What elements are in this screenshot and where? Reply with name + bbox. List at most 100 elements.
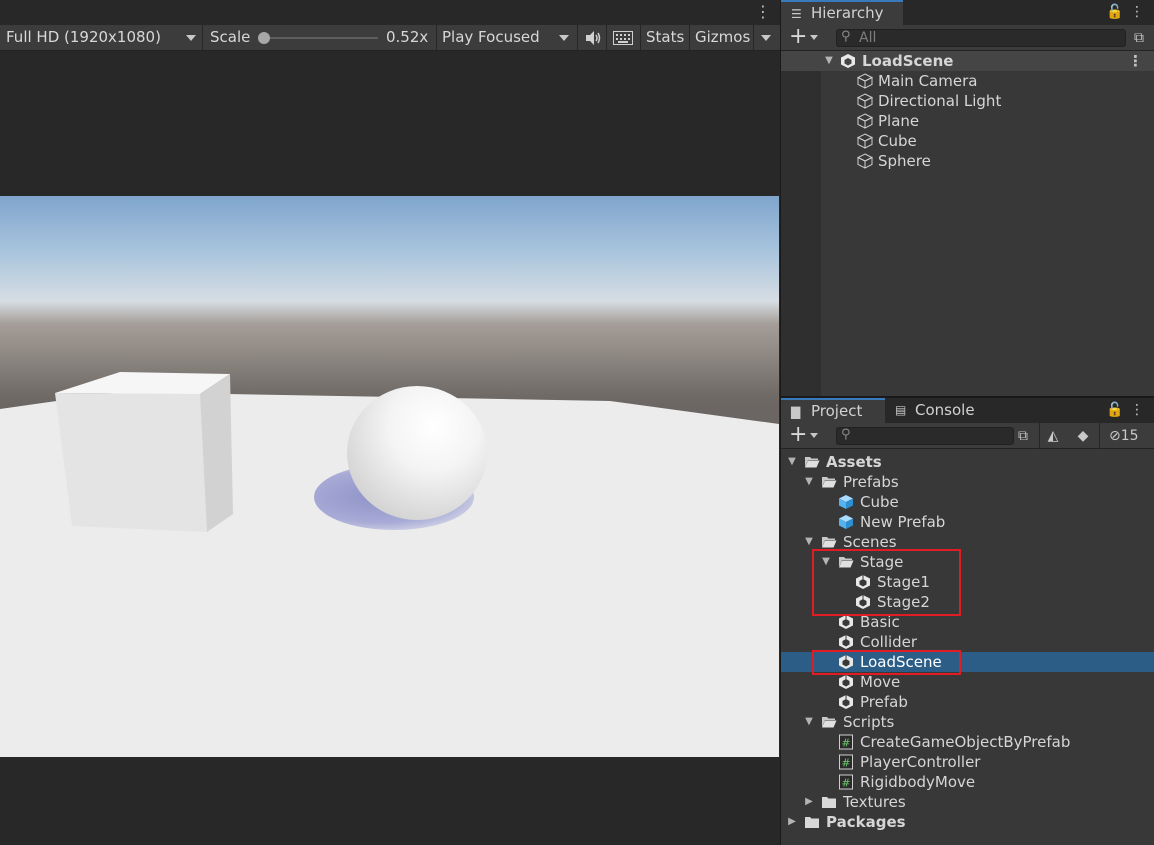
expand-arrow-icon[interactable]: ▼ [803,712,815,732]
stats-button[interactable]: Stats [646,25,684,51]
hierarchy-item-directional-light[interactable]: Directional Light [781,91,1154,111]
svg-text:#: # [841,737,850,750]
expand-arrow-icon[interactable]: ▼ [823,51,835,71]
hierarchy-search-input[interactable]: ⚲ All [836,29,1126,47]
scale-value: 0.52x [386,28,429,46]
project-item-label: Prefab [860,693,908,711]
filter-by-type-icon[interactable]: ◭ [1043,426,1063,446]
create-plus-icon[interactable]: + [789,424,807,446]
filter-by-label-icon[interactable]: ◆ [1073,426,1093,446]
script-icon: # [839,754,853,770]
expand-arrow-icon[interactable]: ▼ [786,452,798,472]
game-render-viewport[interactable] [0,196,779,757]
scene-icon [839,675,853,689]
search-icon: ⚲ [841,427,851,442]
tab-console[interactable]: ▤ Console [885,398,995,423]
project-item-textures[interactable]: ▶ Textures [781,792,1154,812]
resolution-dropdown[interactable]: Full HD (1920x1080) [6,25,200,51]
project-item-label: Cube [860,493,899,511]
tab-hierarchy[interactable]: ☰ Hierarchy [781,0,903,25]
play-mode-label: Play Focused [442,28,540,46]
scale-slider-track[interactable] [264,37,378,39]
hierarchy-item-main-camera[interactable]: Main Camera [781,71,1154,91]
chevron-down-icon[interactable] [810,433,818,438]
project-item-playercontroller[interactable]: # PlayerController [781,752,1154,772]
svg-text:#: # [841,757,850,770]
scene-icon [839,635,853,649]
keyboard-shortcuts-button[interactable] [612,25,636,51]
chevron-down-icon[interactable] [810,35,818,40]
scene-icon [839,695,853,709]
folder-closed-icon [822,797,836,808]
project-item-new-prefab[interactable]: New Prefab [781,512,1154,532]
project-item-prefab[interactable]: Prefab [781,692,1154,712]
folder-open-icon [822,537,837,548]
scene-icon [841,54,855,68]
hierarchy-more-menu-icon[interactable]: ⋮ [1127,2,1147,22]
divider [753,25,754,51]
divider [689,25,690,51]
collapse-arrow-icon[interactable]: ▶ [803,792,815,812]
divider [640,25,641,51]
project-item-prefabs[interactable]: ▼ Prefabs [781,472,1154,492]
collapse-arrow-icon[interactable]: ▶ [786,812,798,832]
play-mode-dropdown[interactable]: Play Focused [442,25,574,51]
project-item-move[interactable]: Move [781,672,1154,692]
hidden-count: 15 [1120,428,1139,444]
project-item-scripts[interactable]: ▼ Scripts [781,712,1154,732]
search-scope-icon[interactable]: ⧉ [1013,426,1033,446]
project-search-input[interactable]: ⚲ [836,427,1014,445]
project-item-cube[interactable]: Cube [781,492,1154,512]
project-item-label: CreateGameObjectByPrefab [860,733,1071,751]
annotation-box-stage [812,549,961,616]
gizmos-dropdown[interactable] [757,25,777,51]
hierarchy-item-sphere[interactable]: Sphere [781,151,1154,171]
project-item-collider[interactable]: Collider [781,632,1154,652]
hidden-packages-toggle[interactable]: ⊘15 [1109,426,1153,446]
script-icon: # [839,774,853,790]
scale-slider-handle[interactable] [258,32,270,44]
expand-arrow-icon[interactable]: ▼ [803,472,815,492]
folder-open-icon [822,717,837,728]
gameobject-icon [857,73,873,89]
project-item-label: Collider [860,633,918,651]
hierarchy-item-plane[interactable]: Plane [781,111,1154,131]
folder-open-icon [805,457,820,468]
hierarchy-tab-strip: ☰ Hierarchy 🔓 ⋮ [781,0,1154,25]
console-icon: ▤ [895,403,907,417]
scene-header-row[interactable]: ▼ LoadScene ⋮ [781,51,1154,71]
divider [202,25,203,51]
game-view: ⋮ Full HD (1920x1080) Scale 0.52x Play F… [0,0,780,845]
lock-icon[interactable]: 🔓 [1105,400,1125,420]
project-item-label: PlayerController [860,753,981,771]
create-plus-icon[interactable]: + [789,26,807,48]
project-item-label: RigidbodyMove [860,773,976,791]
project-more-menu-icon[interactable]: ⋮ [1127,400,1147,420]
project-item-label: Assets [826,453,882,471]
mute-audio-button[interactable] [582,25,604,51]
project-item-packages[interactable]: ▶ Packages [781,812,1154,832]
eye-slash-icon: ⊘ [1109,428,1121,444]
gameobject-icon [857,113,873,129]
tab-project[interactable]: ▇ Project [781,398,885,423]
project-item-creategameobjectbyprefab[interactable]: # CreateGameObjectByPrefab [781,732,1154,752]
list-icon: ☰ [791,7,802,21]
folder-closed-icon [805,817,819,828]
divider [1099,423,1100,449]
hierarchy-item-label: Main Camera [878,72,978,90]
project-item-label: New Prefab [860,513,946,531]
tab-project-label: Project [811,402,863,420]
hierarchy-item-label: Directional Light [878,92,1002,110]
keyboard-icon [613,31,633,45]
scene-more-menu-icon[interactable]: ⋮ [1128,51,1143,71]
project-item-assets[interactable]: ▼ Assets [781,452,1154,472]
game-more-menu-icon[interactable]: ⋮ [755,2,771,22]
project-item-rigidbodymove[interactable]: # RigidbodyMove [781,772,1154,792]
search-scene-icon[interactable]: ⧉ [1129,28,1149,48]
hierarchy-item-cube[interactable]: Cube [781,131,1154,151]
divider [606,25,607,51]
project-item-label: Move [860,673,901,691]
divider [1039,423,1040,449]
lock-icon[interactable]: 🔓 [1105,2,1125,22]
gizmos-button[interactable]: Gizmos [695,25,750,51]
